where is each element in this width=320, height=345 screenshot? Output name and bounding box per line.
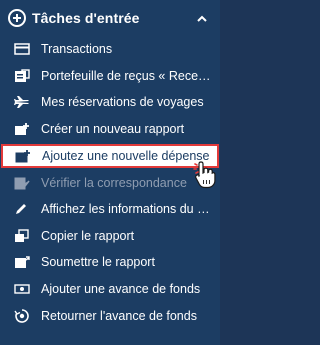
menu-item-label: Affichez les informations du rapport xyxy=(41,202,211,217)
menu-item-label: Créer un nouveau rapport xyxy=(41,122,185,137)
menu-item-label: Ajoutez une nouvelle dépense xyxy=(42,149,210,164)
menu-item-label: Vérifier la correspondance xyxy=(41,175,187,190)
card-icon xyxy=(14,42,30,56)
verify-icon xyxy=(14,176,30,190)
menu-item-submit-report[interactable]: Soumettre le rapport xyxy=(0,249,220,276)
return-cash-icon xyxy=(14,308,30,323)
receipt-wallet-icon xyxy=(14,69,30,83)
section-header[interactable]: Tâches d'entrée xyxy=(0,0,220,36)
new-report-icon xyxy=(14,122,30,136)
cash-icon xyxy=(14,282,30,296)
submit-icon xyxy=(14,255,30,269)
menu-item-label: Copier le rapport xyxy=(41,228,135,243)
menu-item-copy-report[interactable]: Copier le rapport xyxy=(0,223,220,250)
menu-item-label: Retourner l'avance de fonds xyxy=(41,308,197,323)
menu-item-label: Soumettre le rapport xyxy=(41,255,155,270)
menu-item-label: Mes réservations de voyages xyxy=(41,95,204,110)
menu-item-label: Ajouter une avance de fonds xyxy=(41,282,201,297)
add-expense-icon xyxy=(15,149,31,163)
section-title: Tâches d'entrée xyxy=(32,10,140,26)
plus-circle-icon xyxy=(8,9,26,27)
menu-item-receipt-store[interactable]: Portefeuille de reçus « Receipt Store » xyxy=(0,63,220,90)
menu-item-new-report[interactable]: Créer un nouveau rapport xyxy=(0,116,220,143)
menu-item-add-expense[interactable]: Ajoutez une nouvelle dépense xyxy=(1,144,219,169)
chevron-up-icon[interactable] xyxy=(196,12,208,24)
menu-item-report-info[interactable]: Affichez les informations du rapport xyxy=(0,196,220,223)
menu-item-transactions[interactable]: Transactions xyxy=(0,36,220,63)
task-menu: Transactions Portefeuille de reçus « Rec… xyxy=(0,36,220,329)
copy-icon xyxy=(14,229,30,243)
menu-item-label: Portefeuille de reçus « Receipt Store » xyxy=(41,68,211,83)
menu-item-return-cash-advance[interactable]: Retourner l'avance de fonds xyxy=(0,302,220,329)
menu-item-add-cash-advance[interactable]: Ajouter une avance de fonds xyxy=(0,276,220,303)
input-tasks-panel: Tâches d'entrée Transactions Portefeuill… xyxy=(0,0,220,345)
menu-item-travel-bookings[interactable]: Mes réservations de voyages xyxy=(0,89,220,116)
airplane-icon xyxy=(14,95,30,109)
menu-item-verify-match: Vérifier la correspondance xyxy=(0,169,220,196)
pencil-icon xyxy=(14,202,30,216)
menu-item-label: Transactions xyxy=(41,42,113,57)
